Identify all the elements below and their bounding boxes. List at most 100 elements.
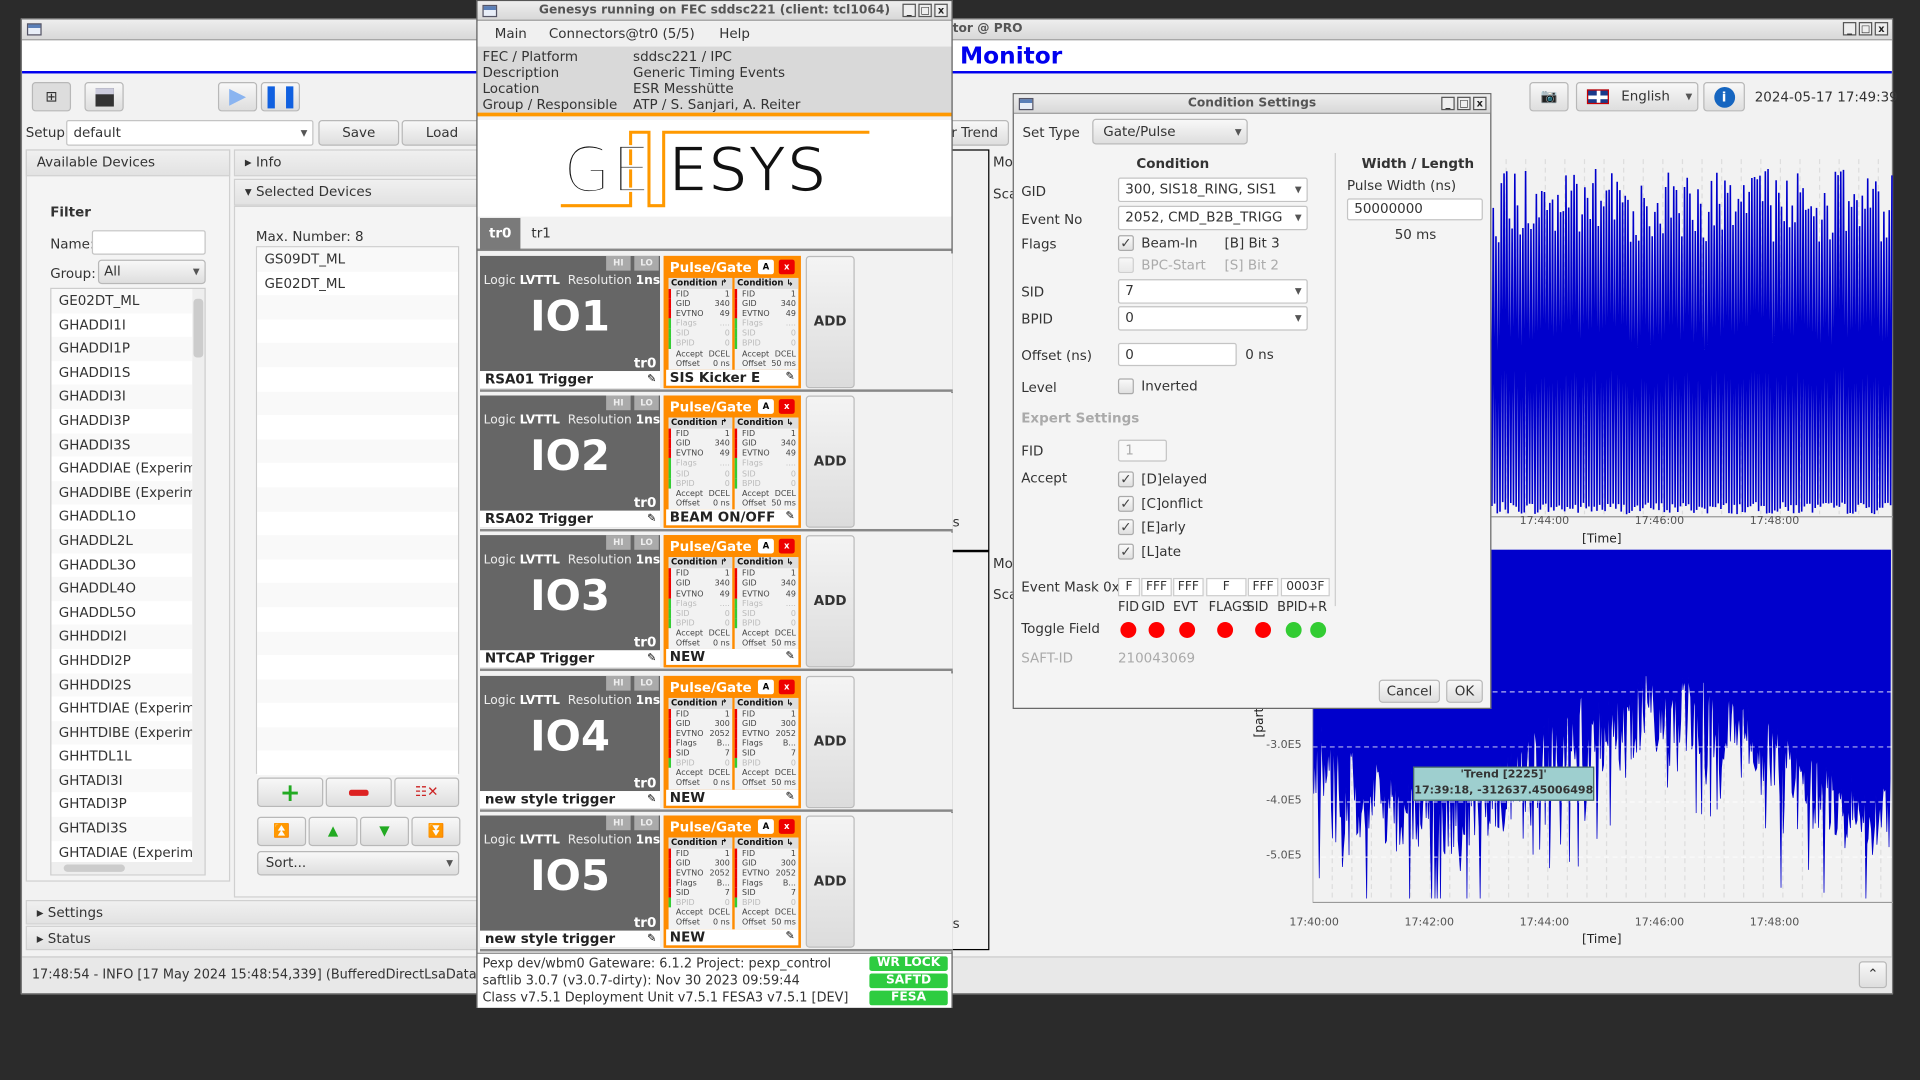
io-name[interactable]: RSA01 Trigger ✎ [480, 371, 661, 389]
pulse-gate-card[interactable]: Pulse/Gate Ax Condition ↱ FID 1 GID 340 EVTNO 49… [663, 395, 801, 528]
minimize-icon[interactable]: _ [1441, 96, 1455, 111]
lo-button[interactable]: LO [634, 255, 659, 271]
minimize-icon[interactable]: _ [1842, 22, 1857, 36]
edit-pencil-icon[interactable]: ✎ [647, 511, 656, 528]
event-mask-field[interactable]: 0003F [1280, 577, 1330, 597]
setup-select[interactable]: default [66, 120, 314, 146]
io-name[interactable]: RSA02 Trigger ✎ [480, 510, 661, 528]
list-item[interactable]: GHADDL3O [51, 552, 193, 577]
event-no-select[interactable]: 2052, CMD_B2B_TRIGG [1117, 205, 1308, 231]
auto-button[interactable]: A [757, 679, 774, 694]
action-name[interactable]: SIS Kicker E ✎ [666, 369, 799, 386]
edit-pencil-icon[interactable]: ✎ [785, 510, 794, 526]
hi-button[interactable]: HI [606, 815, 631, 830]
ok-button[interactable]: OK [1446, 679, 1483, 703]
list-item[interactable]: GHHTDL1L [51, 744, 193, 769]
cancel-button[interactable]: Cancel [1378, 679, 1441, 703]
list-item[interactable]: GHADDIBE (Experimental) [51, 480, 193, 505]
auto-button[interactable]: A [757, 818, 774, 834]
sid-select[interactable]: 7 [1117, 279, 1308, 304]
event-mask-field[interactable]: F [1206, 577, 1247, 597]
condition-off[interactable]: Condition ↳ FID 1 GID 300 EVTNO 2052 Flags B... S… [734, 697, 799, 790]
pulse-gate-card[interactable]: Pulse/Gate Ax Condition ↱ FID 1 GID 340 EVTNO 49… [663, 255, 801, 389]
add-button[interactable]: ADD [805, 255, 855, 389]
edit-pencil-icon[interactable]: ✎ [647, 651, 656, 668]
info-button[interactable]: i [1703, 82, 1745, 112]
toggle-field-red[interactable] [1179, 622, 1196, 638]
list-item[interactable]: GHADDL1O [51, 504, 193, 529]
action-name[interactable]: BEAM ON/OFF ✎ [666, 509, 799, 526]
edit-pencil-icon[interactable]: ✎ [785, 789, 794, 805]
close-icon[interactable]: x [1874, 22, 1889, 36]
menu-help[interactable]: Help [719, 22, 750, 46]
accept-checkbox[interactable]: ✓ [1117, 471, 1134, 488]
action-name[interactable]: NEW ✎ [666, 929, 799, 946]
maximize-icon[interactable]: □ [1858, 22, 1873, 36]
event-mask-field[interactable]: FFF [1141, 577, 1172, 597]
selected-devices-header[interactable]: ▾ Selected Devices [233, 178, 479, 206]
list-item[interactable]: GHHTDIAE (Experimental) [51, 696, 193, 721]
beam-in-checkbox[interactable]: ✓ [1117, 235, 1134, 252]
hi-button[interactable]: HI [606, 535, 631, 551]
accept-checkbox[interactable]: ✓ [1117, 543, 1134, 559]
io-name[interactable]: new style trigger ✎ [480, 790, 661, 808]
list-item[interactable]: GHADDI1S [51, 360, 193, 385]
play-button[interactable]: ▶ [217, 82, 258, 112]
pulse-gate-card[interactable]: Pulse/Gate Ax Condition ↱ FID 1 GID 300 EVTNO 20… [663, 815, 801, 948]
move-up-button[interactable]: ▲ [308, 816, 358, 847]
pulse-gate-card[interactable]: Pulse/Gate Ax Condition ↱ FID 1 GID 340 EVTNO 49… [663, 535, 801, 668]
condition-on[interactable]: Condition ↱ FID 1 GID 340 EVTNO 49 Flags.... SID… [668, 277, 733, 370]
action-name[interactable]: NEW ✎ [666, 649, 799, 666]
devices-button[interactable]: ⊞ [31, 82, 72, 112]
list-item[interactable]: GHHDDI2P [51, 648, 193, 673]
io-channel-card[interactable]: HI LO Logic LVTTL Resolution 1ns IO5 tr0 new … [480, 815, 660, 948]
load-button[interactable]: Load [401, 120, 483, 146]
list-item[interactable]: GHADDL2L [51, 528, 193, 553]
delete-button[interactable]: x [778, 679, 795, 694]
pulse-gate-card[interactable]: Pulse/Gate Ax Condition ↱ FID 1 GID 300 EVTNO 20… [663, 675, 801, 808]
close-icon[interactable]: x [934, 3, 948, 18]
move-top-button[interactable]: ⏫ [257, 816, 307, 847]
condition-on[interactable]: Condition ↱ FID 1 GID 340 EVTNO 49 Flags.... SID… [668, 417, 733, 510]
io-channel-card[interactable]: HI LO Logic LVTTL Resolution 1ns IO2 tr0 RSA0… [480, 395, 661, 528]
edit-pencil-icon[interactable]: ✎ [647, 930, 656, 947]
lo-button[interactable]: LO [634, 675, 659, 691]
name-input[interactable] [91, 230, 206, 255]
list-item[interactable]: GHADDL4O [51, 576, 193, 601]
list-item[interactable]: GHHDDI2I [51, 624, 193, 649]
clear-list-button[interactable]: ☷✕ [394, 777, 460, 807]
list-item[interactable]: GE02DT_ML [51, 288, 193, 313]
pause-button[interactable]: ❚❚ [260, 82, 301, 112]
bpc-start-checkbox[interactable] [1117, 257, 1134, 274]
accept-checkbox[interactable]: ✓ [1117, 519, 1134, 536]
status-section[interactable]: ▸ Status [25, 925, 479, 951]
toggle-field-red[interactable] [1217, 622, 1234, 638]
maximize-icon[interactable]: □ [918, 3, 932, 18]
move-bottom-button[interactable]: ⏬ [411, 816, 461, 847]
expand-log-button[interactable]: ⌃ [1858, 961, 1887, 989]
list-item[interactable]: GHADDI1I [51, 312, 193, 337]
hi-button[interactable]: HI [606, 675, 631, 691]
close-icon[interactable]: x [1473, 96, 1487, 111]
condition-on[interactable]: Condition ↱ FID 1 GID 300 EVTNO 2052 Flags B... S… [668, 837, 733, 930]
hi-button[interactable]: HI [606, 255, 631, 271]
action-name[interactable]: NEW ✎ [666, 789, 799, 806]
list-item[interactable]: GE02DT_ML [257, 271, 458, 296]
info-section-header[interactable]: ▸ Info [233, 149, 479, 177]
io-channel-card[interactable]: HI LO Logic LVTTL Resolution 1ns IO3 tr0 NTCA… [480, 535, 660, 668]
list-item[interactable]: GHADDI3S [51, 432, 193, 457]
condition-off[interactable]: Condition ↳ FID 1 GID 340 EVTNO 49 Flags.... SID… [734, 417, 799, 510]
auto-button[interactable]: A [757, 259, 774, 275]
edit-pencil-icon[interactable]: ✎ [647, 791, 656, 808]
minimize-icon[interactable]: _ [902, 3, 916, 18]
tab-tr0[interactable]: tr0 [480, 217, 521, 250]
inverted-checkbox[interactable] [1117, 378, 1134, 395]
toggle-field-red[interactable] [1120, 622, 1137, 638]
list-item[interactable]: GHADDI3P [51, 408, 193, 433]
save-button[interactable]: Save [318, 120, 400, 146]
list-item[interactable]: GHADDL5O [51, 600, 193, 625]
device-list[interactable]: GE02DT_ML GHADDI1I GHADDI1P GHADDI1S GHADDI3… [50, 287, 206, 876]
edit-pencil-icon[interactable]: ✎ [647, 371, 656, 388]
add-device-button[interactable]: + [257, 777, 324, 807]
event-mask-field[interactable]: FFF [1247, 577, 1279, 597]
